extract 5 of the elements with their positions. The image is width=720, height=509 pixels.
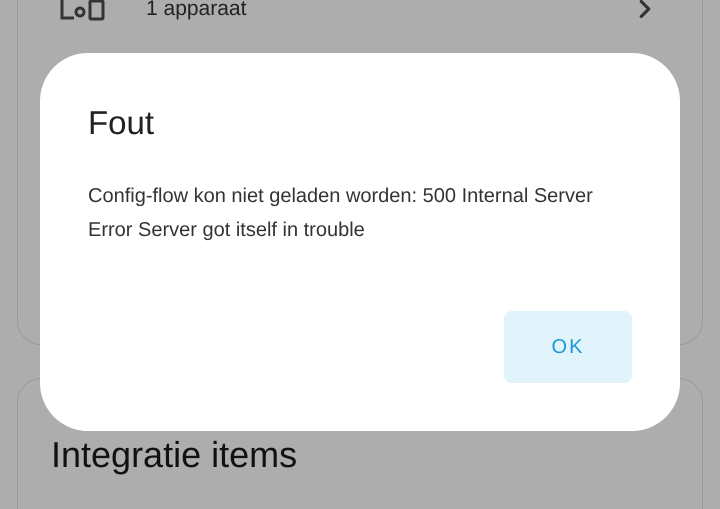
card-title: Integratie items [51, 434, 298, 475]
dialog-title: Fout [88, 103, 156, 143]
dialog-message: Config-flow kon niet geladen worden: 500 Internal Server Error Server got itself in trouble [88, 184, 593, 243]
device-count-label[interactable]: 1 apparaat [146, 0, 246, 25]
devices-icon [60, 0, 106, 21]
